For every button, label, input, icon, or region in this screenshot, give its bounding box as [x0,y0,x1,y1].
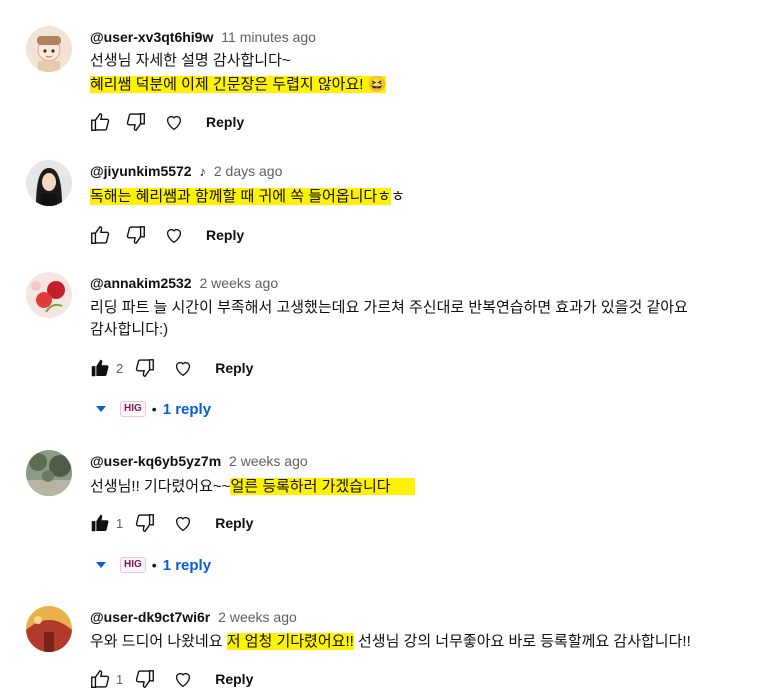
reply-button[interactable]: Reply [215,515,253,531]
thumbs-up-icon [91,670,110,688]
heart-button[interactable] [171,356,195,380]
heart-button[interactable] [162,110,186,134]
dislike-button[interactable] [124,223,148,247]
avatar[interactable] [26,606,72,652]
comment-actions: Reply [88,110,244,134]
thumbs-up-filled-icon [91,514,109,532]
comment-line: 독해는 혜리쌤과 함께할 때 귀에 쏙 들어옵니다ㅎㅎ [90,187,405,207]
expand-arrow-icon [96,562,106,568]
thumbs-down-icon [136,670,155,688]
avatar[interactable] [26,26,72,72]
timestamp[interactable]: 2 weeks ago [200,275,279,291]
avatar[interactable] [26,450,72,496]
replies-count-link[interactable]: 1 reply [163,401,211,418]
separator-dot: • [151,401,157,417]
comment-text: 선생님 자세한 설명 감사합니다~ [90,52,291,69]
comment-actions: Reply [88,223,244,247]
comment-actions: 1 Reply [88,511,253,535]
thumbs-down-icon [136,359,155,377]
highlighted-text: 독해는 혜리쌤과 함께할 때 귀에 쏙 들어옵니다ㅎ [90,188,392,205]
author-name[interactable]: @user-kq6yb5yz7m [90,453,221,469]
thumbs-down-icon [126,226,145,244]
like-button[interactable] [88,110,112,134]
comment-line: 혜리쌤 덕분에 이제 긴문장은 두렵지 않아요! 😆 [90,75,387,95]
highlighted-text: 저 엄청 기다렸어요!! [226,633,354,650]
like-button[interactable] [88,511,112,535]
timestamp[interactable]: 2 days ago [214,163,283,179]
thumbs-up-filled-icon [91,359,109,377]
author-name[interactable]: @jiyunkim5572 [90,163,192,179]
like-count: 2 [116,360,124,376]
view-replies-button[interactable]: HIG • 1 reply [96,397,211,421]
comment-text: 선생님!! 기다렸어요~~ [90,478,231,495]
like-count: 1 [116,671,124,687]
creator-avatar-badge: HIG [120,401,146,417]
comment-text: 선생님 강의 너무좋아요 바로 등록할께요 감사합니다!! [353,633,691,650]
music-note-icon: ♪ [199,164,206,179]
dislike-button[interactable] [124,110,148,134]
creator-avatar-badge: HIG [120,557,146,573]
view-replies-button[interactable]: HIG • 1 reply [96,553,211,577]
dislike-button[interactable] [133,511,157,535]
like-button[interactable] [88,223,112,247]
reply-button[interactable]: Reply [215,360,253,376]
heart-button[interactable] [171,511,195,535]
author-name[interactable]: @user-xv3qt6hi9w [90,29,213,45]
separator-dot: • [151,557,157,573]
comment-actions: 1 Reply [88,667,253,691]
comment-line: 우와 드디어 나왔네요 저 엄청 기다렸어요!! 선생님 강의 너무좋아요 바로… [90,632,691,652]
thumbs-down-icon [136,514,155,532]
timestamp[interactable]: 2 weeks ago [229,453,308,469]
heart-button[interactable] [171,667,195,691]
highlighted-text: 얼른 등록하러 가겠습니다 [230,478,415,495]
comment-text: 감사합니다:) [90,321,169,338]
avatar[interactable] [26,160,72,206]
thumbs-up-icon [91,113,110,131]
avatar[interactable] [26,272,72,318]
reply-button[interactable]: Reply [206,114,244,130]
comment-text: 리딩 파트 늘 시간이 부족해서 고생했는데요 가르쳐 주신대로 반복연습하면 … [90,299,688,316]
comment-actions: 2 Reply [88,356,253,380]
thumbs-down-icon [126,113,145,131]
heart-icon [166,229,182,244]
heart-icon [176,517,191,532]
comment-line: 선생님!! 기다렸어요~~얼른 등록하러 가겠습니다 [90,477,415,497]
like-button[interactable] [88,667,112,691]
dislike-button[interactable] [133,356,157,380]
reply-button[interactable]: Reply [206,227,244,243]
heart-button[interactable] [162,223,186,247]
reply-button[interactable]: Reply [215,671,253,687]
timestamp[interactable]: 11 minutes ago [221,29,316,45]
heart-icon [176,673,191,688]
like-button[interactable] [88,356,112,380]
author-name[interactable]: @user-dk9ct7wi6r [90,609,210,625]
heart-icon [176,362,191,377]
expand-arrow-icon [96,406,106,412]
replies-count-link[interactable]: 1 reply [163,557,211,574]
comment-text-tail: ㅎ [391,188,405,205]
comment-text: 우와 드디어 나왔네요 [90,633,227,650]
like-count: 1 [116,515,124,531]
highlighted-text: 혜리쌤 덕분에 이제 긴문장은 두렵지 않아요! 😆 [90,76,387,93]
heart-icon [166,116,182,131]
timestamp[interactable]: 2 weeks ago [218,609,297,625]
thumbs-up-icon [91,226,110,244]
author-name[interactable]: @annakim2532 [90,275,192,291]
dislike-button[interactable] [133,667,157,691]
